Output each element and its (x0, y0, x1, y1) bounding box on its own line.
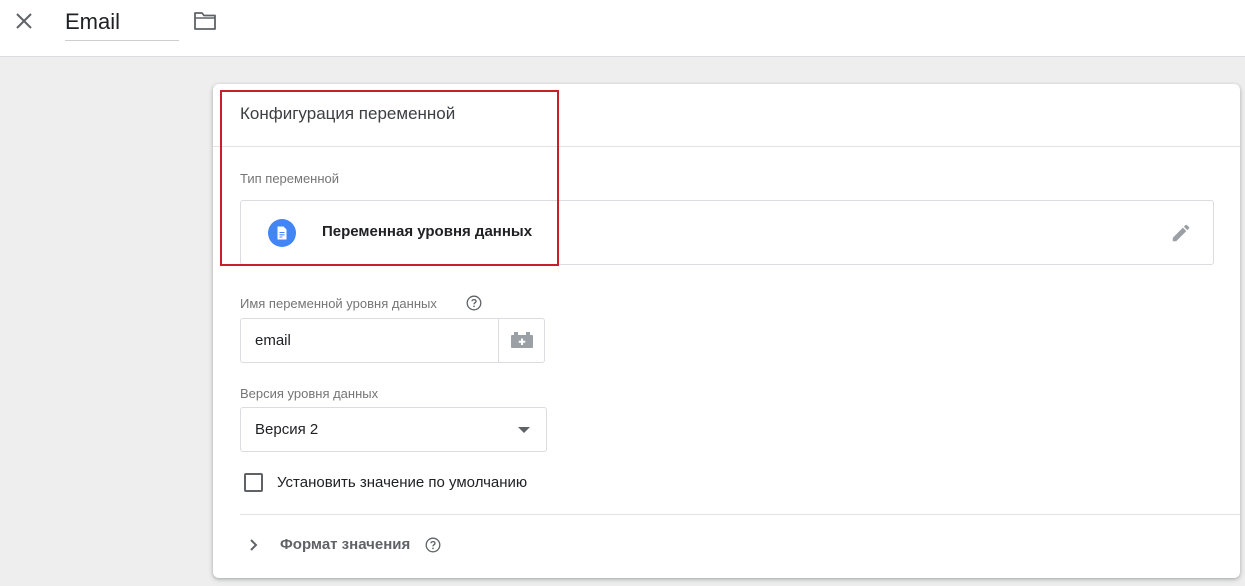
datalayer-name-input[interactable]: email (240, 318, 545, 363)
default-value-checkbox[interactable] (244, 473, 263, 492)
datalayer-version-select[interactable]: Версия 2 (240, 407, 547, 452)
dropdown-arrow-icon (518, 427, 530, 433)
help-icon[interactable] (466, 295, 482, 311)
folder-icon[interactable] (193, 10, 217, 32)
top-bar: Email (0, 0, 1245, 57)
help-icon[interactable] (425, 537, 441, 553)
close-icon[interactable] (12, 9, 36, 33)
format-value-expander[interactable]: Формат значения (243, 534, 463, 556)
datalayer-version-value: Версия 2 (255, 421, 319, 438)
chevron-right-icon (250, 539, 258, 551)
variable-block-icon (511, 332, 533, 348)
card-title: Конфигурация переменной (240, 104, 456, 123)
variable-type-name: Переменная уровня данных (322, 223, 533, 240)
variable-configuration-card: Конфигурация переменной Тип переменной П… (213, 84, 1240, 578)
default-value-label[interactable]: Установить значение по умолчанию (277, 474, 527, 491)
divider (240, 514, 1240, 515)
add-variable-button[interactable] (498, 319, 544, 362)
pencil-icon[interactable] (1170, 222, 1192, 244)
format-value-label: Формат значения (280, 536, 411, 553)
document-icon (268, 219, 296, 247)
variable-type-selector[interactable]: Переменная уровня данных (240, 200, 1214, 265)
datalayer-name-label: Имя переменной уровня данных (240, 296, 437, 311)
datalayer-name-value: email (255, 332, 291, 349)
divider (213, 146, 1240, 147)
variable-type-label: Тип переменной (240, 171, 340, 186)
variable-name-input[interactable]: Email (65, 6, 179, 41)
datalayer-version-label: Версия уровня данных (240, 386, 379, 401)
